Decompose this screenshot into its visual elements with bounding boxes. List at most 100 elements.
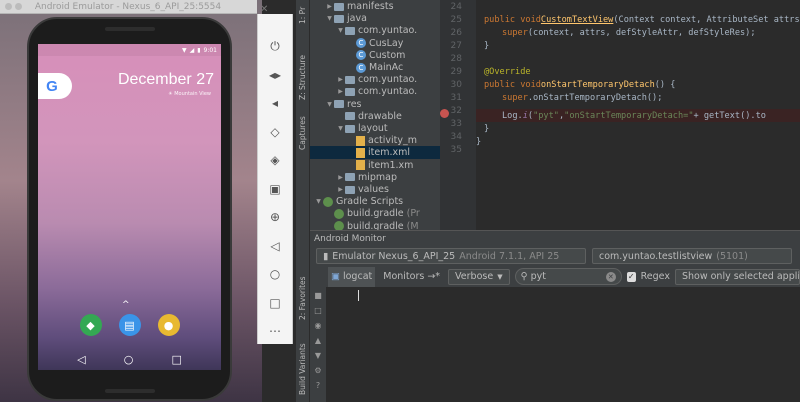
expanded-arrow-icon[interactable]: ▼ — [314, 198, 323, 205]
collapsed-arrow-icon[interactable]: ▶ — [336, 174, 345, 181]
structure-tab[interactable]: Z: Structure — [298, 55, 307, 100]
expanded-arrow-icon[interactable]: ▼ — [325, 15, 334, 22]
device-icon: ▮ — [323, 250, 329, 262]
collapsed-arrow-icon[interactable]: ▶ — [325, 3, 334, 10]
clear-search-icon[interactable]: ✕ — [605, 271, 616, 282]
collapsed-arrow-icon[interactable]: ▶ — [336, 186, 345, 193]
date-widget[interactable]: December 27 — [118, 71, 214, 89]
device-detail: Android 7.1.1, API 25 — [459, 250, 560, 262]
rotate-left-icon[interactable]: ◇ — [258, 118, 292, 147]
tree-item[interactable]: item.xml — [310, 146, 440, 160]
maps-icon[interactable]: ◆ — [79, 314, 102, 336]
device-bar: ▮ Emulator Nexus_6_API_25 Android 7.1.1,… — [310, 246, 800, 266]
messages-icon[interactable]: ▤ — [118, 314, 141, 336]
battery-icon: ▮ — [197, 46, 201, 54]
tab-logcat[interactable]: ▣ logcat — [328, 266, 376, 287]
nav-home-icon[interactable]: ○ — [124, 353, 134, 366]
down-icon[interactable]: ▼ — [310, 348, 326, 363]
tree-item-label: build.gradle — [347, 220, 404, 230]
class-icon: C — [356, 50, 366, 61]
minimize-dot-icon[interactable] — [15, 3, 22, 10]
speaker-bottom — [105, 389, 155, 393]
back-icon[interactable]: ◁ — [258, 232, 292, 261]
nav-back-icon[interactable]: ◁ — [77, 353, 85, 366]
google-search-widget[interactable]: G — [38, 73, 72, 99]
collapsed-arrow-icon[interactable]: ▶ — [336, 88, 345, 95]
log-level-dropdown[interactable]: Verbose ▼ — [448, 268, 510, 285]
home-icon[interactable]: ○ — [258, 260, 292, 289]
stop-icon[interactable]: ◉ — [310, 318, 326, 333]
code-line-30: public void onStartTemporaryDetach() { — [484, 79, 676, 90]
process-dropdown[interactable]: com.yuntao.testlistview (5101) — [592, 248, 792, 264]
tree-item[interactable]: ▼ com.yuntao. — [336, 24, 417, 37]
breakpoint-icon[interactable] — [440, 109, 449, 118]
trash-icon[interactable]: ■ — [310, 288, 326, 303]
expanded-arrow-icon[interactable]: ▼ — [336, 125, 345, 132]
tree-item[interactable]: C MainAc — [347, 61, 403, 74]
close-dot-icon[interactable] — [5, 3, 12, 10]
scroll-end-icon[interactable]: □ — [310, 303, 326, 318]
tree-item[interactable]: activity_m — [347, 134, 417, 147]
wifi-icon: ▼ — [181, 46, 187, 54]
logcat-output[interactable] — [326, 288, 800, 402]
camera-icon[interactable]: ▣ — [258, 175, 292, 204]
class-icon: C — [356, 62, 366, 73]
tree-item[interactable]: ▼ java — [325, 12, 367, 25]
app-drawer-arrow-icon[interactable]: ^ — [122, 300, 130, 310]
favorites-tab[interactable]: 2: Favorites — [298, 276, 307, 320]
tree-item[interactable]: C CusLay — [347, 37, 403, 50]
phone-screen[interactable]: ▼ ◢ ▮ 9:01 G December 27 ☀ Mountain View… — [38, 44, 221, 370]
emulator-title-bar: Android Emulator - Nexus_6_API_25:5554 — [0, 0, 257, 14]
tree-item[interactable]: build.gradle (Pr — [325, 207, 420, 220]
nav-recents-icon[interactable]: □ — [172, 353, 182, 366]
power-icon[interactable]: ⏻ — [258, 32, 292, 61]
more-icon[interactable]: ⋯ — [258, 317, 292, 346]
build-variants-tab[interactable]: Build Variants — [298, 343, 307, 395]
tree-item[interactable]: ▼ Gradle Scripts — [314, 195, 403, 208]
volume-down-icon[interactable]: ◂ — [258, 89, 292, 118]
rotate-right-icon[interactable]: ◈ — [258, 146, 292, 175]
device-dropdown[interactable]: ▮ Emulator Nexus_6_API_25 Android 7.1.1,… — [316, 248, 586, 264]
tree-item[interactable]: ▶ values — [336, 183, 389, 196]
code-editor[interactable]: public void CustomTextView (Context conte… — [476, 0, 800, 230]
line-number: 27 — [450, 41, 462, 51]
code-line-31: super .onStartTemporaryDetach(); — [502, 92, 663, 103]
volume-up-icon[interactable]: ◂▸ — [258, 61, 292, 90]
expanded-arrow-icon[interactable]: ▼ — [336, 27, 345, 34]
overview-icon[interactable]: □ — [258, 289, 292, 318]
settings-icon[interactable]: ⚙ — [310, 363, 326, 378]
project-tab[interactable]: 1: Pr — [298, 7, 307, 24]
regex-checkbox[interactable]: ✓ — [626, 271, 636, 282]
code-line-34: } — [476, 136, 482, 147]
tree-item[interactable]: item1.xm — [347, 159, 413, 172]
tree-item[interactable]: ▼ layout — [336, 122, 388, 135]
up-icon[interactable]: ▲ — [310, 333, 326, 348]
tree-item-label: com.yuntao. — [358, 74, 418, 86]
help-icon[interactable]: ? — [310, 378, 326, 393]
tree-item[interactable]: ▼ res — [325, 98, 361, 111]
tree-item[interactable]: ▶ manifests — [325, 0, 393, 13]
xml-file-icon — [356, 147, 365, 158]
filter-dropdown[interactable]: Show only selected applicatio — [674, 268, 800, 285]
tree-item[interactable]: ▶ com.yuntao. — [336, 73, 417, 86]
collapsed-arrow-icon[interactable]: ▶ — [336, 76, 345, 83]
expanded-arrow-icon[interactable]: ▼ — [325, 101, 334, 108]
zoom-icon[interactable]: ⊕ — [258, 203, 292, 232]
folder-icon — [345, 185, 355, 194]
tree-item[interactable]: ▶ com.yuntao. — [336, 85, 417, 98]
folder-icon — [345, 87, 355, 96]
captures-tab[interactable]: Captures — [298, 116, 307, 150]
tree-item[interactable]: build.gradle (M — [325, 220, 419, 230]
tree-item[interactable]: ▶ mipmap — [336, 171, 397, 184]
tab-monitors[interactable]: Monitors →* — [380, 267, 443, 287]
chrome-icon[interactable]: ● — [157, 314, 180, 336]
xml-file-icon — [356, 135, 365, 146]
tree-item-label: layout — [358, 123, 388, 134]
logcat-side-toolbar: ■ □ ◉ ▲ ▼ ⚙ ? — [310, 266, 326, 402]
tree-item[interactable]: drawable — [336, 110, 402, 123]
toolbar-close-icon[interactable]: ✕ — [260, 4, 268, 15]
logcat-search-input[interactable]: ⚲ pyt ✕ — [514, 268, 622, 285]
emulator-toolbar: ✕ ⏻ ◂▸ ◂ ◇ ◈ ▣ ⊕ ◁ ○ □ ⋯ — [257, 4, 293, 346]
line-number: 33 — [450, 119, 462, 129]
tree-item[interactable]: C Custom — [347, 49, 405, 62]
